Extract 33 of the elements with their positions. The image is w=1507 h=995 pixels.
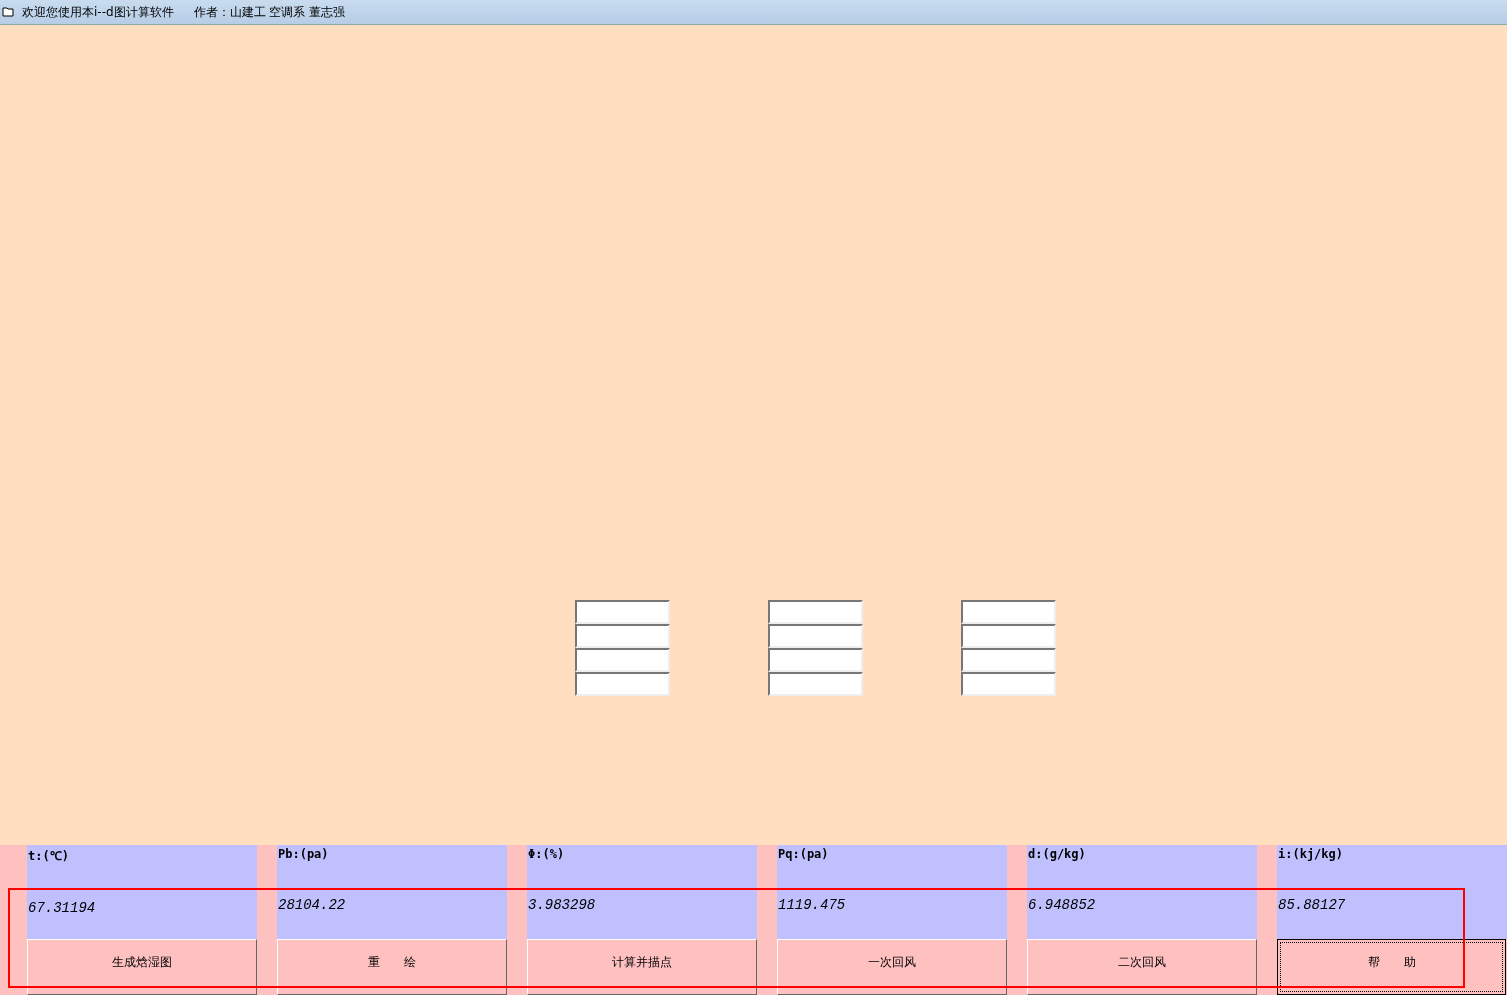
- input-field[interactable]: [961, 624, 1056, 648]
- readout-value: 6.948852: [1028, 897, 1096, 913]
- input-field[interactable]: [768, 648, 863, 672]
- action-button[interactable]: 重 绘: [277, 938, 507, 995]
- readout-value: 1119.475: [778, 897, 846, 913]
- readout-value: 67.31194: [28, 900, 96, 916]
- window-title: 欢迎您使用本i--d图计算软件: [22, 3, 174, 21]
- readout-label: d:(g/kg): [1028, 847, 1086, 861]
- readout-label: i:(kj/kg): [1278, 847, 1344, 861]
- window-icon: [2, 6, 14, 18]
- readout-value: 3.983298: [528, 897, 596, 913]
- input-field[interactable]: [768, 672, 863, 696]
- readout-label: t:(℃): [28, 848, 69, 864]
- action-button[interactable]: 生成焓湿图: [27, 938, 257, 995]
- readout-value: 28104.22: [278, 897, 346, 913]
- input-field[interactable]: [961, 672, 1056, 696]
- input-field[interactable]: [575, 648, 670, 672]
- action-button[interactable]: 计算并描点: [527, 938, 757, 995]
- input-field[interactable]: [961, 600, 1056, 624]
- input-field[interactable]: [575, 624, 670, 648]
- author-text: 作者：山建工 空调系 董志强: [193, 3, 346, 21]
- readout-label: Pb:(pa): [278, 847, 329, 861]
- action-button[interactable]: 帮 助: [1277, 938, 1506, 995]
- readout-value: 85.88127: [1278, 897, 1346, 913]
- readout-label: Φ:(%): [528, 847, 565, 861]
- action-button[interactable]: 一次回风: [777, 938, 1007, 995]
- readout-label: Pq:(pa): [778, 847, 829, 861]
- input-field[interactable]: [768, 600, 863, 624]
- action-button[interactable]: 二次回风: [1027, 938, 1257, 995]
- input-field[interactable]: [575, 600, 670, 624]
- input-field[interactable]: [575, 672, 670, 696]
- input-field[interactable]: [768, 624, 863, 648]
- input-field[interactable]: [961, 648, 1056, 672]
